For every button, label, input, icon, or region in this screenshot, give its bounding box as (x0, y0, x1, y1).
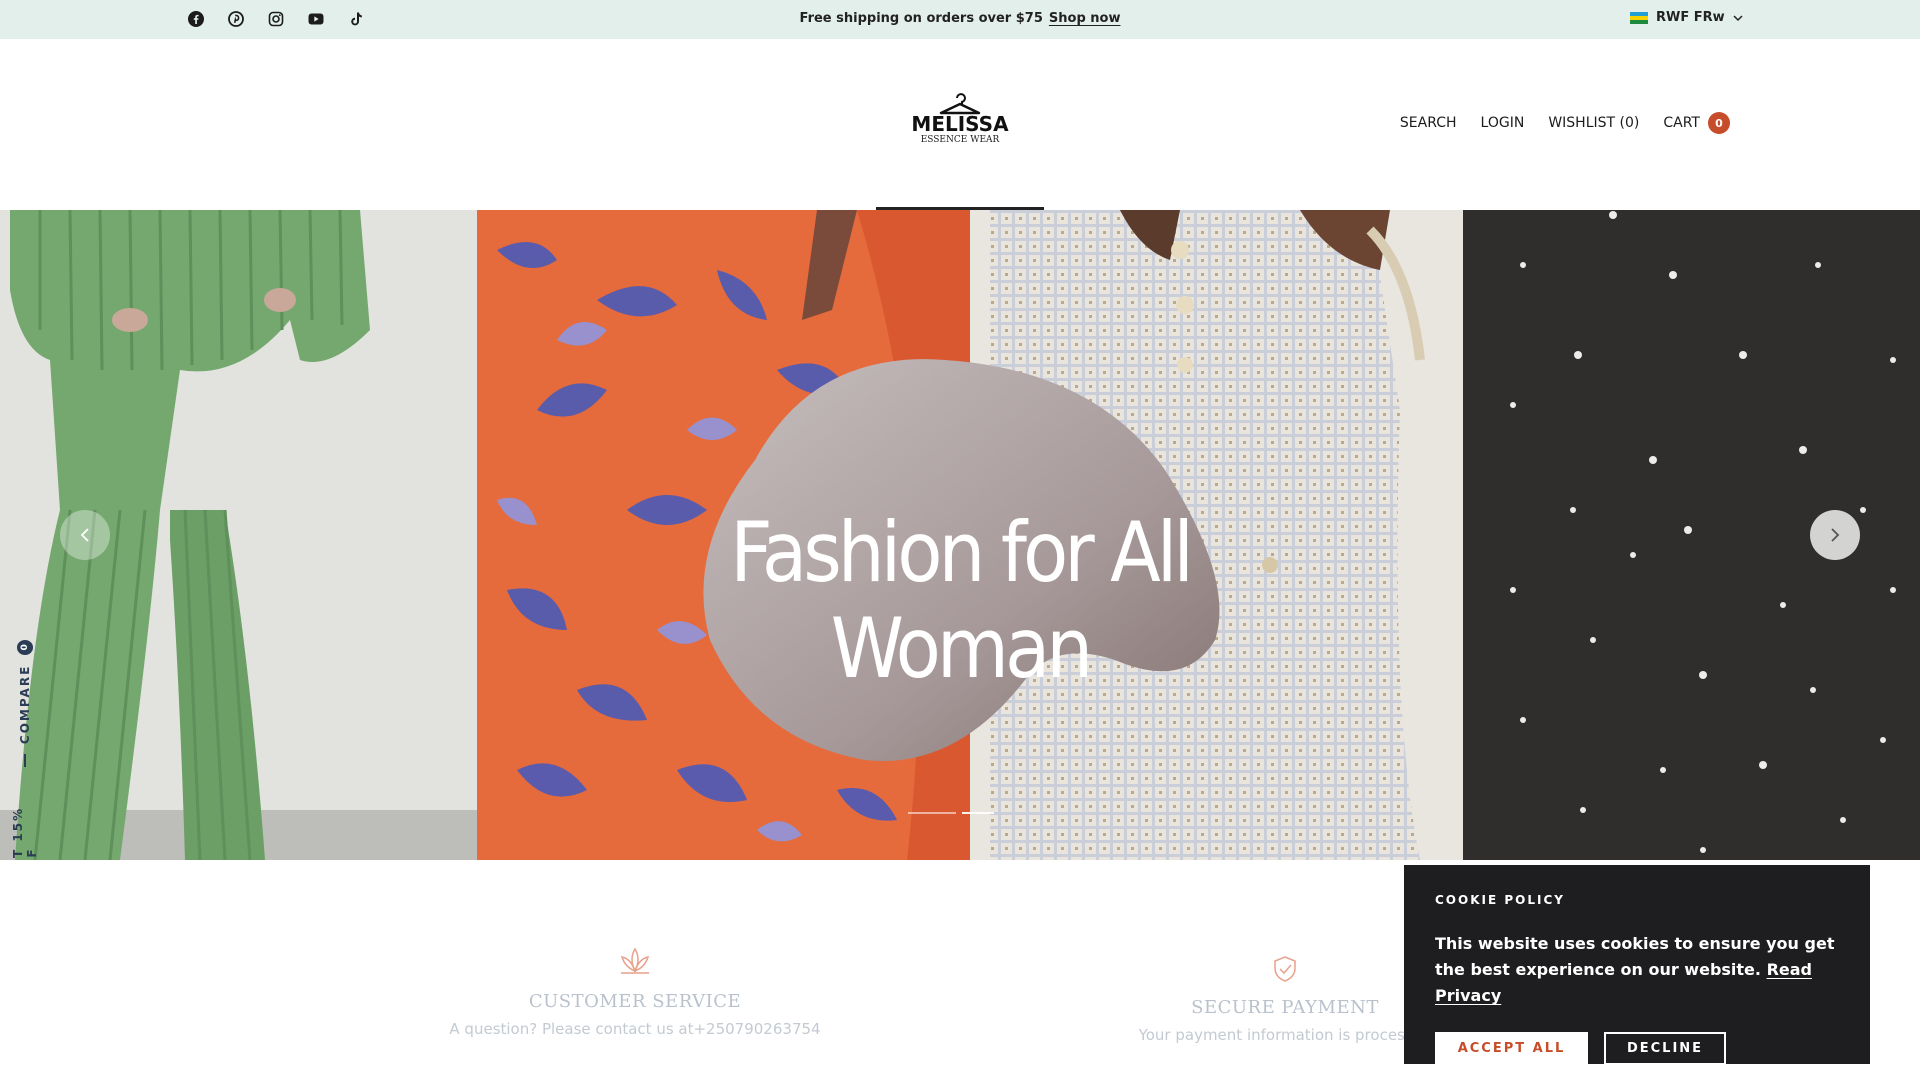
chevron-left-icon (80, 528, 89, 542)
hero-slideshow: Fashion for All Woman GET 15% OFF COMPAR… (0, 210, 1920, 860)
shield-icon (1274, 956, 1296, 982)
feature-customer-service: CUSTOMER SERVICE A question? Please cont… (420, 945, 850, 1038)
discount-compare-tab[interactable]: GET 15% OFF COMPARE 0 (11, 639, 39, 860)
shop-now-link[interactable]: Shop now (1049, 11, 1121, 26)
cart-link[interactable]: CART 0 (1663, 112, 1730, 134)
header-nav: SEARCH LOGIN WISHLIST (0) CART 0 (1400, 112, 1730, 134)
compare-count-badge: 0 (17, 639, 33, 655)
slideshow-prev-button[interactable] (60, 510, 110, 560)
login-link[interactable]: LOGIN (1481, 115, 1525, 131)
cookie-message: This website uses cookies to ensure you … (1435, 931, 1839, 1009)
slideshow-pagination (908, 812, 994, 814)
search-link[interactable]: SEARCH (1400, 115, 1457, 131)
feature-title: CUSTOMER SERVICE (528, 991, 742, 1012)
accept-all-button[interactable]: ACCEPT ALL (1435, 1032, 1588, 1065)
discount-tab-label[interactable]: GET 15% OFF (11, 777, 39, 860)
site-header: MELISSA ESSENCE WEAR SEARCH LOGIN WISHLI… (0, 39, 1920, 210)
tab-divider (24, 754, 26, 767)
lotus-icon (620, 947, 650, 974)
hero-title: Fashion for All Woman (730, 504, 1194, 698)
feature-text: A question? Please contact us at+2507902… (449, 1020, 821, 1038)
logo-name: MELISSA (911, 112, 1009, 136)
decline-button[interactable]: DECLINE (1604, 1032, 1726, 1065)
rwanda-flag-icon (1630, 11, 1648, 24)
shipping-text: Free shipping on orders over $75 (799, 11, 1043, 26)
chevron-down-icon (1733, 14, 1743, 21)
wishlist-link[interactable]: WISHLIST (0) (1548, 115, 1639, 131)
site-logo[interactable]: MELISSA ESSENCE WEAR (905, 91, 1015, 171)
compare-tab-label[interactable]: COMPARE (18, 665, 32, 744)
slide-dot-1[interactable] (908, 812, 956, 814)
cookie-actions: ACCEPT ALL DECLINE (1435, 1032, 1839, 1065)
logo-tagline: ESSENCE WEAR (920, 135, 1000, 145)
cookie-title: COOKIE POLICY (1435, 893, 1565, 907)
slideshow-next-button[interactable] (1810, 510, 1860, 560)
cart-count-badge: 0 (1708, 112, 1730, 134)
cart-label: CART (1663, 115, 1700, 131)
chevron-right-icon (1831, 528, 1840, 542)
slide-dot-2[interactable] (962, 812, 994, 814)
announcement-bar: Free shipping on orders over $75 Shop now… (0, 0, 1920, 39)
currency-selector[interactable]: RWF FRw (1630, 10, 1743, 25)
cookie-banner: COOKIE POLICY This website uses cookies … (1404, 865, 1870, 1065)
currency-label: RWF FRw (1656, 10, 1725, 25)
